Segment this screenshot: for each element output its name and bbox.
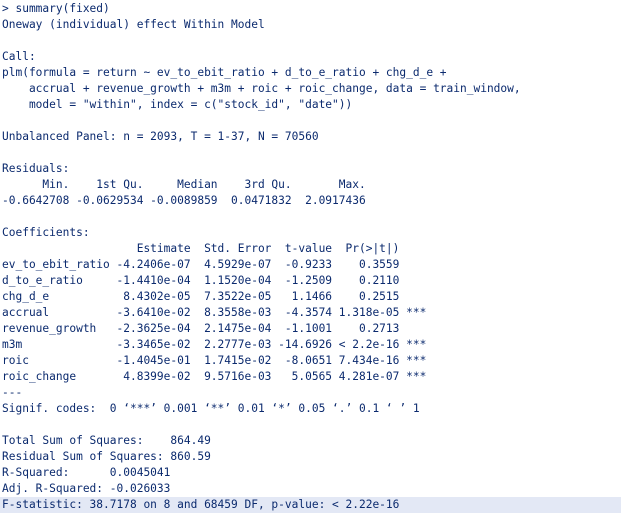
r-squared-line: R-Squared: 0.0045041 [2,466,171,479]
coefficient-row-ev-to-ebit-ratio: ev_to_ebit_ratio -4.2406e-07 4.5929e-07 … [2,258,400,271]
coefficient-row-d-to-e-ratio: d_to_e_ratio -1.4410e-04 1.1520e-04 -1.2… [2,274,400,287]
residuals-header-row: Min. 1st Qu. Median 3rd Qu. Max. [2,178,366,191]
panel-info-line: Unbalanced Panel: n = 2093, T = 1-37, N … [2,130,319,143]
total-sum-of-squares-line: Total Sum of Squares: 864.49 [2,434,211,447]
coefficient-row-m3m: m3m -3.3465e-02 2.2777e-03 -14.6926 < 2.… [2,338,427,351]
call-formula-line-3: model = "within", index = c("stock_id", … [2,98,353,111]
residuals-values-row: -0.6642708 -0.0629534 -0.0089859 0.04718… [2,194,366,207]
coefficients-heading: Coefficients: [2,226,90,239]
f-statistic-line[interactable]: F-statistic: 38.7178 on 8 and 68459 DF, … [0,497,621,513]
coefficient-row-revenue-growth: revenue_growth -2.3625e-04 2.1475e-04 -1… [2,322,400,335]
console-command-line[interactable]: > summary(fixed) [2,1,621,17]
residuals-heading: Residuals: [2,162,70,175]
adj-r-squared-line: Adj. R-Squared: -0.026033 [2,482,171,495]
call-formula-line-1: plm(formula = return ~ ev_to_ebit_ratio … [2,66,447,79]
coefficient-row-roic-change: roic_change 4.8399e-02 9.5716e-03 5.0565… [2,370,427,383]
coefficient-row-chg-d-e: chg_d_e 8.4302e-05 7.3522e-05 1.1466 0.2… [2,290,400,303]
separator-line: --- [2,386,23,399]
r-console-output[interactable]: > summary(fixed) Oneway (individual) eff… [0,0,621,516]
coefficient-row-accrual: accrual -3.6410e-02 8.3558e-03 -4.3574 1… [2,306,427,319]
residual-sum-of-squares-line: Residual Sum of Squares: 860.59 [2,450,211,463]
call-formula-line-2: accrual + revenue_growth + m3m + roic + … [2,82,521,95]
coefficient-row-roic: roic -1.4045e-01 1.7415e-02 -8.0651 7.43… [2,354,427,367]
signif-codes-line: Signif. codes: 0 ‘***’ 0.001 ‘**’ 0.01 ‘… [2,402,420,415]
model-type-line: Oneway (individual) effect Within Model [2,18,265,31]
coefficients-header-row: Estimate Std. Error t-value Pr(>|t|) [2,242,400,255]
call-heading: Call: [2,50,36,63]
